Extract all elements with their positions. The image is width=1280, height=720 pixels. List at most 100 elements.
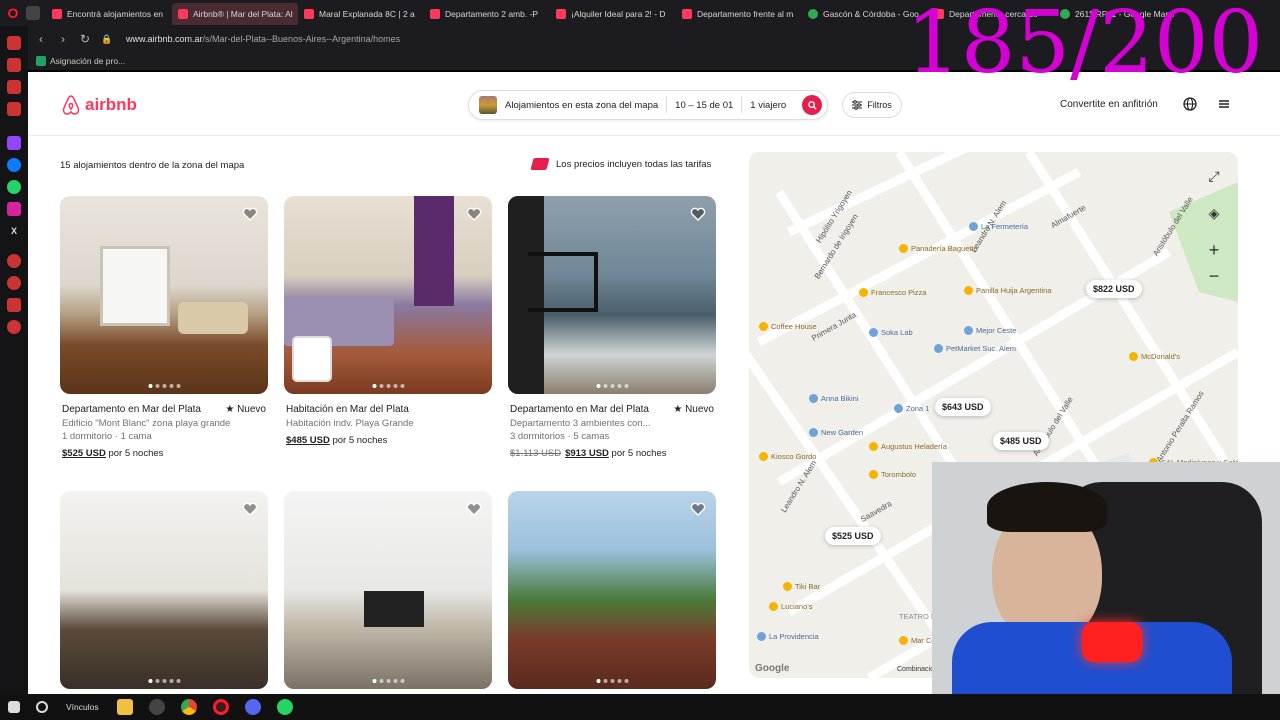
listing-card[interactable] bbox=[508, 491, 716, 689]
forward-icon[interactable]: › bbox=[54, 32, 72, 46]
mail-icon[interactable] bbox=[7, 102, 21, 116]
opera-icon[interactable] bbox=[212, 699, 229, 715]
logo-text: airbnb bbox=[85, 95, 137, 114]
globe-icon[interactable] bbox=[1182, 96, 1198, 112]
app-icon[interactable] bbox=[148, 699, 165, 715]
price-value: $913 USD bbox=[565, 448, 609, 459]
map-price-pin[interactable]: $822 USD bbox=[1086, 280, 1142, 298]
filters-button[interactable]: Filtros bbox=[842, 92, 902, 118]
map-price-pin[interactable]: $525 USD bbox=[825, 527, 881, 545]
opera-logo-icon[interactable]: O bbox=[6, 5, 20, 21]
bookmark-item[interactable]: Asignación de pro... bbox=[36, 56, 125, 66]
listing-title: Departamento en Mar del Plata bbox=[62, 404, 201, 415]
heart-icon[interactable] bbox=[690, 206, 706, 222]
tab-0[interactable]: Encontrá alojamientos en bbox=[46, 3, 172, 25]
whatsapp-icon[interactable] bbox=[7, 180, 21, 194]
menu-icon[interactable] bbox=[1216, 96, 1232, 112]
tab-5[interactable]: Departamento frente al m bbox=[676, 3, 802, 25]
tab-label: ¡Alquiler Ideal para 2! - D bbox=[571, 9, 666, 19]
listing-card[interactable] bbox=[60, 491, 268, 689]
search-dates[interactable]: 10 – 15 de 01 bbox=[667, 100, 741, 111]
listing-price[interactable]: $525 USD por 5 noches bbox=[60, 448, 268, 459]
twitch-icon[interactable] bbox=[7, 136, 21, 150]
listing-photo[interactable] bbox=[508, 491, 716, 689]
search-bar[interactable]: Alojamientos en esta zona del mapa 10 – … bbox=[468, 90, 828, 120]
map-poi: New Garden bbox=[809, 428, 863, 437]
listing-rooms: 3 dormitorios · 5 camas bbox=[510, 431, 610, 442]
url-field[interactable]: www.airbnb.com.ar/s/Mar-del-Plata--Bueno… bbox=[126, 34, 400, 44]
back-icon[interactable]: ‹ bbox=[32, 32, 50, 46]
windows-taskbar: Vínculos bbox=[0, 694, 1280, 720]
whatsapp-icon[interactable] bbox=[276, 699, 293, 715]
taskbar-links[interactable]: Vínculos bbox=[66, 702, 99, 712]
zoom-out-icon[interactable]: − bbox=[1202, 264, 1226, 288]
price-value: $525 USD bbox=[62, 448, 106, 459]
search-button[interactable] bbox=[802, 95, 822, 115]
chrome-icon[interactable] bbox=[180, 699, 197, 715]
map-poi: La Providencia bbox=[757, 632, 819, 641]
new-badge: ★ Nuevo bbox=[225, 404, 266, 415]
settings-icon[interactable] bbox=[7, 320, 21, 334]
map-price-pin[interactable]: $485 USD bbox=[993, 432, 1049, 450]
listing-card[interactable]: Habitación en Mar del Plata Habitación i… bbox=[284, 196, 492, 446]
old-price: $1.113 USD bbox=[510, 448, 562, 459]
map-poi: Tiki Bar bbox=[783, 582, 820, 591]
search-guests[interactable]: 1 viajero bbox=[742, 100, 794, 111]
extensions-icon[interactable] bbox=[7, 298, 21, 312]
airbnb-logo[interactable]: airbnb bbox=[60, 94, 137, 116]
player-icon[interactable] bbox=[7, 80, 21, 94]
tab-label: Airbnb® | Mar del Plata: Al bbox=[193, 9, 293, 19]
listing-card[interactable] bbox=[284, 491, 492, 689]
heart-icon[interactable] bbox=[242, 501, 258, 517]
tab-list-icon[interactable] bbox=[26, 6, 40, 20]
map-layers-icon[interactable]: ◈ bbox=[1202, 201, 1226, 225]
listing-card[interactable]: Departamento en Mar del Plata ★ Nuevo Edi… bbox=[60, 196, 268, 459]
webcam-overlay bbox=[932, 462, 1280, 720]
map-attribution[interactable]: Combinacio bbox=[897, 666, 934, 673]
workspace-icon[interactable] bbox=[7, 58, 21, 72]
reload-icon[interactable]: ↻ bbox=[76, 32, 94, 46]
microphone bbox=[1082, 622, 1142, 662]
windows-start-icon[interactable] bbox=[8, 701, 20, 713]
map-poi: Zona 1 bbox=[894, 404, 929, 413]
curtain bbox=[414, 196, 454, 306]
listing-photo[interactable] bbox=[508, 196, 716, 394]
heart-icon[interactable] bbox=[466, 206, 482, 222]
history-icon[interactable] bbox=[7, 254, 21, 268]
tab-3[interactable]: Departamento 2 amb. -P bbox=[424, 3, 550, 25]
map-poi: Luciano's bbox=[769, 602, 812, 611]
listing-photo[interactable] bbox=[60, 491, 268, 689]
expand-map-icon[interactable]: ⤢ bbox=[1202, 164, 1226, 188]
listing-photo[interactable] bbox=[284, 196, 492, 394]
map-price-pin[interactable]: $643 USD bbox=[935, 398, 991, 416]
maps-favicon-icon bbox=[808, 9, 818, 19]
heart-icon[interactable] bbox=[690, 501, 706, 517]
aria-icon[interactable] bbox=[7, 36, 21, 50]
tab-2[interactable]: Maral Explanada 8C | 2 a bbox=[298, 3, 424, 25]
tab-4[interactable]: ¡Alquiler Ideal para 2! - D bbox=[550, 3, 676, 25]
x-icon[interactable]: X bbox=[7, 224, 21, 238]
instagram-icon[interactable] bbox=[7, 202, 21, 216]
browser-sidebar: X bbox=[0, 26, 28, 694]
become-host-link[interactable]: Convertite en anfitrión bbox=[1060, 99, 1158, 110]
listing-photo[interactable] bbox=[60, 196, 268, 394]
listing-price[interactable]: $485 USD por 5 noches bbox=[284, 435, 492, 446]
discord-icon[interactable] bbox=[244, 699, 261, 715]
listing-price[interactable]: $1.113 USD $913 USD por 5 noches bbox=[508, 448, 716, 459]
search-icon[interactable] bbox=[36, 701, 48, 713]
photo-dots bbox=[371, 384, 406, 388]
zoom-in-icon[interactable]: + bbox=[1202, 238, 1226, 262]
map-poi: Torombolo bbox=[869, 470, 916, 479]
search-location[interactable]: Alojamientos en esta zona del mapa bbox=[497, 100, 666, 111]
heart-icon[interactable] bbox=[242, 206, 258, 222]
heart-icon[interactable] bbox=[466, 501, 482, 517]
tab-1-active[interactable]: Airbnb® | Mar del Plata: Al bbox=[172, 3, 298, 25]
file-explorer-icon[interactable] bbox=[116, 699, 133, 715]
clock-icon[interactable] bbox=[7, 276, 21, 290]
listing-card[interactable]: Departamento en Mar del Plata ★ Nuevo Dep… bbox=[508, 196, 716, 459]
listing-description: Departamento 3 ambientes con... bbox=[510, 418, 651, 429]
messenger-icon[interactable] bbox=[7, 158, 21, 172]
map-poi: PetMarket Suc. Alem bbox=[934, 344, 1016, 353]
map-poi: Coffee House bbox=[759, 322, 817, 331]
listing-photo[interactable] bbox=[284, 491, 492, 689]
